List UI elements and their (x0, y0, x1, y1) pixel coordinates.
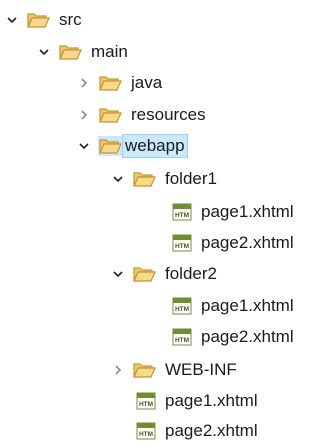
svg-text:HTM: HTM (175, 212, 189, 219)
tree-item-label: page2.xhtml (201, 327, 294, 346)
tree-item-label: webapp (122, 134, 188, 158)
xhtml-file-icon: HTM (172, 202, 192, 222)
tree-item-label: folder2 (165, 264, 217, 283)
folder-icon (58, 42, 82, 62)
svg-text:HTM: HTM (139, 431, 153, 438)
folder-icon (98, 136, 122, 156)
chevron-right-icon[interactable] (76, 107, 92, 123)
tree-item-src[interactable]: src (4, 5, 85, 35)
chevron-down-icon[interactable] (36, 44, 52, 60)
tree-item-folder1[interactable]: folder1 (110, 164, 220, 194)
folder-icon (132, 264, 156, 284)
folder-icon (132, 169, 156, 189)
tree-item-label: page2.xhtml (165, 421, 258, 440)
chevron-right-icon[interactable] (76, 75, 92, 91)
svg-text:HTM: HTM (175, 337, 189, 344)
tree-item-label: page1.xhtml (201, 296, 294, 315)
chevron-right-icon[interactable] (110, 362, 126, 378)
tree-item-label: WEB-INF (165, 360, 237, 379)
svg-text:HTM: HTM (175, 306, 189, 313)
chevron-down-icon[interactable] (110, 266, 126, 282)
tree-item-file[interactable]: HTM page2.xhtml (172, 228, 297, 258)
tree-item-web-inf[interactable]: WEB-INF (110, 355, 240, 385)
tree-item-label: java (131, 73, 163, 92)
svg-text:HTM: HTM (175, 243, 189, 250)
folder-icon (26, 10, 50, 30)
tree-item-file[interactable]: HTM page1.xhtml (172, 197, 297, 227)
tree-item-folder2[interactable]: folder2 (110, 259, 220, 289)
tree-item-label: page2.xhtml (201, 233, 294, 252)
tree-item-label: src (59, 10, 82, 29)
tree-item-label: page1.xhtml (165, 391, 258, 410)
folder-icon (98, 73, 122, 93)
chevron-down-icon[interactable] (76, 138, 92, 154)
chevron-down-icon[interactable] (110, 171, 126, 187)
xhtml-file-icon: HTM (172, 327, 192, 347)
tree-item-main[interactable]: main (36, 37, 131, 67)
tree-item-file[interactable]: HTM page2.xhtml (172, 322, 297, 352)
xhtml-file-icon: HTM (172, 296, 192, 316)
tree-item-label: resources (131, 105, 206, 124)
tree-item-label: folder1 (165, 169, 217, 188)
folder-icon (132, 360, 156, 380)
tree-item-file[interactable]: HTM page2.xhtml (136, 416, 261, 446)
tree-item-file[interactable]: HTM page1.xhtml (136, 386, 261, 416)
svg-text:HTM: HTM (139, 401, 153, 408)
chevron-down-icon[interactable] (4, 12, 20, 28)
xhtml-file-icon: HTM (172, 233, 192, 253)
tree-item-resources[interactable]: resources (76, 100, 209, 130)
tree-item-label: page1.xhtml (201, 202, 294, 221)
xhtml-file-icon: HTM (136, 391, 156, 411)
xhtml-file-icon: HTM (136, 421, 156, 441)
tree-item-webapp[interactable]: webapp (76, 131, 188, 161)
tree-item-file[interactable]: HTM page1.xhtml (172, 291, 297, 321)
tree-item-java[interactable]: java (76, 68, 165, 98)
tree-item-label: main (91, 42, 128, 61)
folder-icon (98, 105, 122, 125)
